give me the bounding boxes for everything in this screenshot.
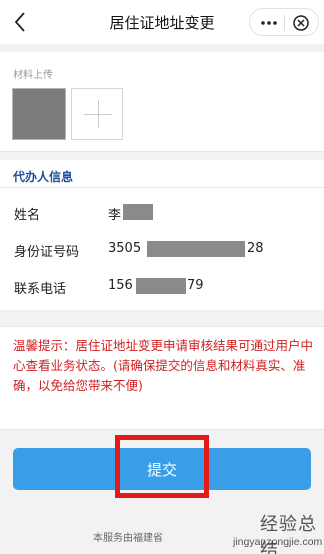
agent-name-value: 李 xyxy=(108,208,122,223)
agent-id-row: 身份证号码 3505 28 xyxy=(0,230,324,267)
agent-phone-value-prefix: 156 xyxy=(108,278,133,293)
plus-icon-vertical xyxy=(98,100,99,128)
upload-label: 材料上传 xyxy=(13,70,53,81)
agent-info-header: 代办人信息 xyxy=(0,160,324,188)
capsule-divider xyxy=(284,15,285,31)
agent-phone-row: 联系电话 156 79 xyxy=(0,267,324,304)
redaction-mask xyxy=(123,204,153,220)
section-gap xyxy=(0,44,324,52)
close-circle-icon[interactable] xyxy=(292,14,310,32)
more-dots-icon[interactable] xyxy=(260,14,278,32)
agent-phone-value-suffix: 79 xyxy=(187,278,204,293)
agent-id-value-prefix: 3505 xyxy=(108,241,142,256)
nav-bar: 居住证地址变更 xyxy=(0,0,324,44)
uploaded-image-thumbnail[interactable] xyxy=(12,88,66,140)
mini-program-capsule xyxy=(249,8,319,36)
agent-name-label: 姓名 xyxy=(14,208,41,223)
footer-text: 本服务由福建省 xyxy=(93,533,163,544)
redaction-mask xyxy=(136,278,186,294)
agent-info-card: 代办人信息 姓名 李 身份证号码 3505 28 联系电话 156 79 xyxy=(0,160,324,310)
add-image-button[interactable] xyxy=(71,88,123,140)
agent-id-value-suffix: 28 xyxy=(247,241,264,256)
upload-card: 材料上传 xyxy=(0,52,324,152)
agent-info-title: 代办人信息 xyxy=(13,170,74,184)
notice-panel: 温馨提示：居住证地址变更申请审核结果可通过用户中心查看业务状态。(请确保提交的信… xyxy=(0,326,324,430)
agent-id-label: 身份证号码 xyxy=(14,245,80,260)
agent-name-row: 姓名 李 xyxy=(0,193,324,230)
agent-phone-label: 联系电话 xyxy=(14,282,67,297)
notice-text: 温馨提示：居住证地址变更申请审核结果可通过用户中心查看业务状态。(请确保提交的信… xyxy=(13,338,314,393)
watermark-url: jingyanzongjie.com xyxy=(233,536,323,548)
highlight-box xyxy=(115,435,209,498)
redaction-mask xyxy=(147,241,245,257)
